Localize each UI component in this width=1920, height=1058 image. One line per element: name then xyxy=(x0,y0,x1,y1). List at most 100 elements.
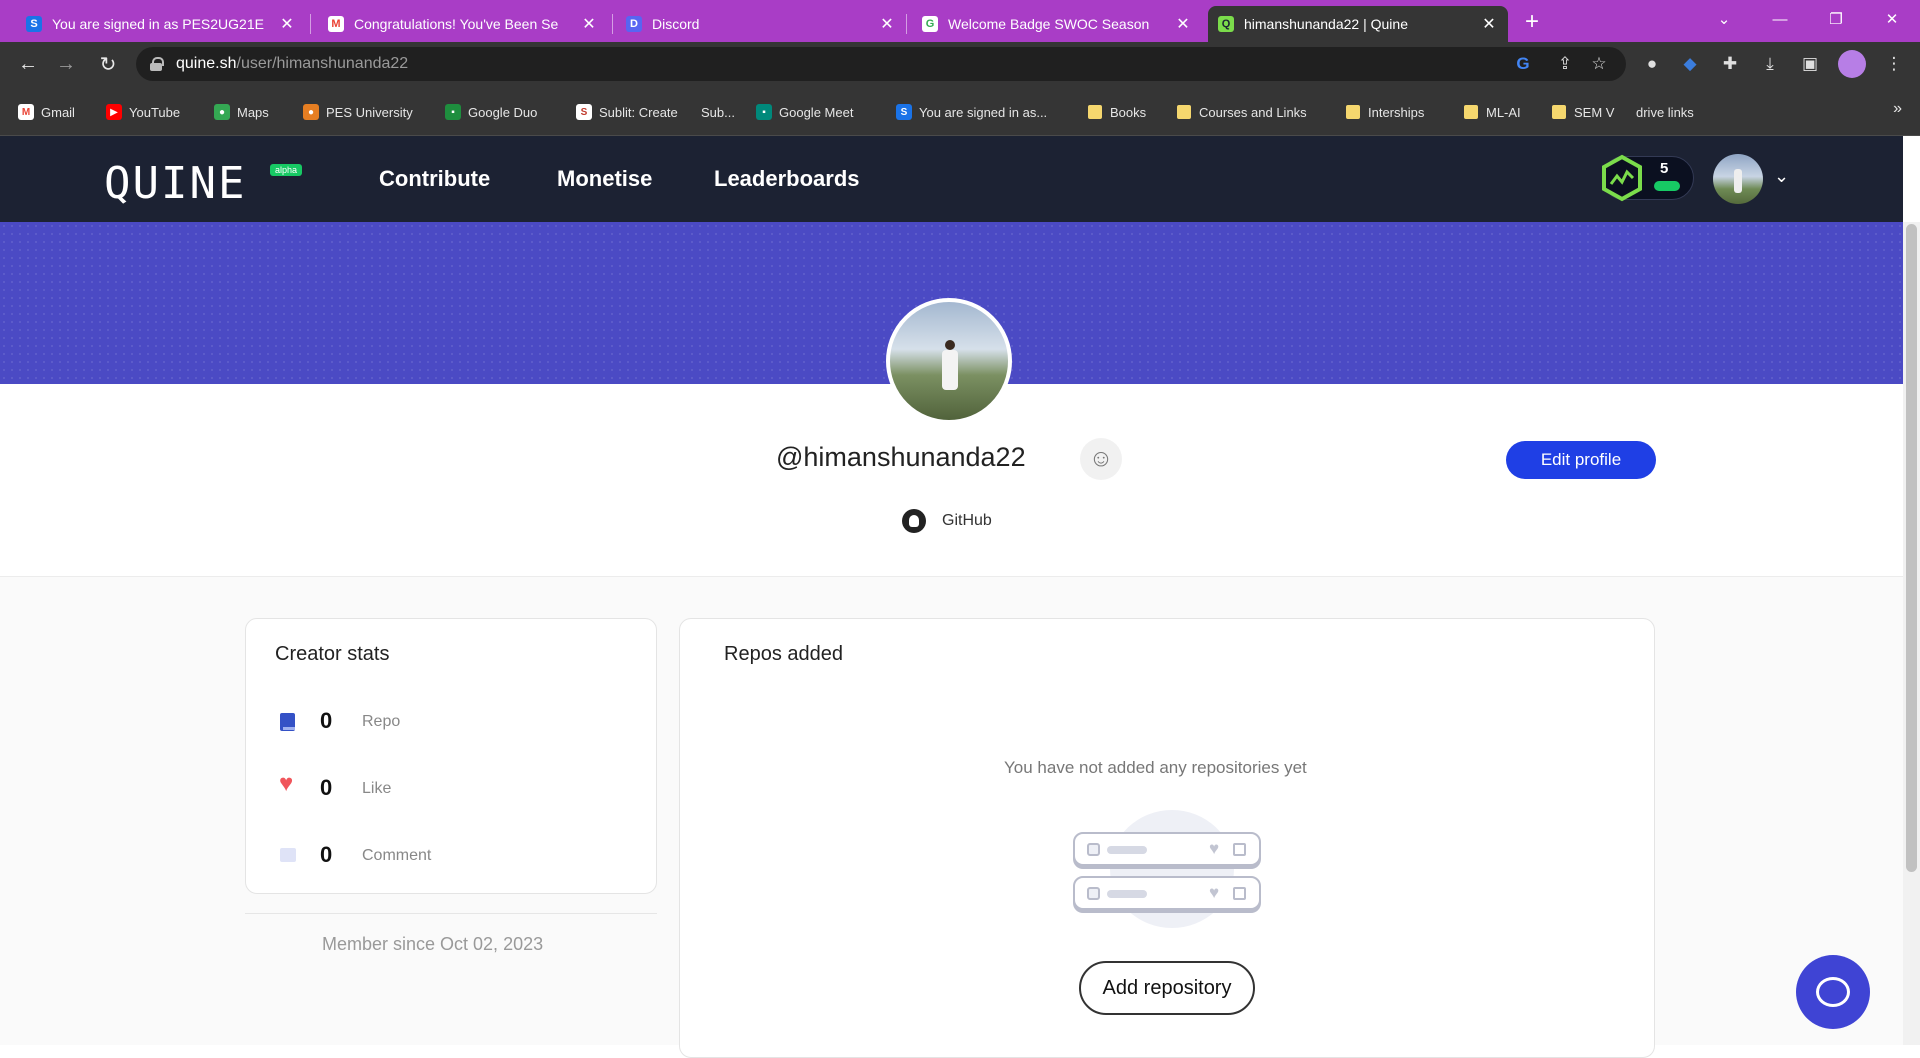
side-panel-icon[interactable]: ▣ xyxy=(1796,50,1824,78)
youtube-icon: ▶ xyxy=(106,104,122,120)
window-controls: ⌄ — ❐ ✕ xyxy=(1696,0,1920,38)
url-text[interactable]: quine.sh/user/himanshunanda22 xyxy=(176,55,408,73)
profile-avatar-icon[interactable] xyxy=(1838,50,1866,78)
bookmark-sub[interactable]: Sub... xyxy=(701,100,735,124)
tab-title: himanshunanda22 | Quine xyxy=(1244,16,1408,32)
close-icon[interactable]: ✕ xyxy=(1480,15,1498,33)
repo-placeholder-card: ♥ xyxy=(1073,876,1261,910)
user-avatar[interactable] xyxy=(1713,154,1763,204)
bookmark-gmail[interactable]: M Gmail xyxy=(18,100,75,124)
repo-label: Repo xyxy=(362,713,401,730)
like-count: 0 xyxy=(320,775,333,800)
bookmarks-overflow-icon[interactable]: » xyxy=(1893,100,1902,118)
bookmarks-bar: M Gmail ▶ YouTube ● Maps ● PES University ▪ G… xyxy=(0,86,1920,136)
bookmark-maps[interactable]: ● Maps xyxy=(214,100,269,124)
bookmark-google-meet[interactable]: ▪ Google Meet xyxy=(756,100,853,124)
browser-tab-active[interactable]: Q himanshunanda22 | Quine ✕ xyxy=(1208,6,1508,42)
google-icon[interactable]: G xyxy=(1509,50,1537,78)
extensions-puzzle-icon[interactable]: ✚ xyxy=(1716,50,1744,78)
nav-contribute[interactable]: Contribute xyxy=(379,166,490,192)
member-since: Member since Oct 02, 2023 xyxy=(322,934,544,954)
github-icon xyxy=(902,509,926,533)
tab-title: Welcome Badge SWOC Season xyxy=(948,16,1150,32)
bookmark-pes-university[interactable]: ● PES University xyxy=(303,100,413,124)
nav-monetise[interactable]: Monetise xyxy=(557,166,652,192)
close-icon[interactable]: ✕ xyxy=(878,15,896,33)
comment-icon xyxy=(280,848,296,862)
github-link[interactable]: GitHub xyxy=(942,512,992,530)
score-value: 5 xyxy=(1660,160,1669,177)
new-tab-button[interactable]: + xyxy=(1518,8,1546,36)
discord-icon: D xyxy=(626,16,642,32)
close-icon[interactable]: ✕ xyxy=(580,15,598,33)
tab-search-icon[interactable]: ⌄ xyxy=(1696,0,1752,38)
window-close-icon[interactable]: ✕ xyxy=(1864,0,1920,38)
bookmark-folder-courses[interactable]: Courses and Links xyxy=(1177,100,1307,124)
bookmark-folder-sem-v[interactable]: SEM V xyxy=(1552,100,1614,124)
reload-icon[interactable]: ↻ xyxy=(94,50,122,78)
drive-icon: G xyxy=(922,16,938,32)
browser-tab[interactable]: D Discord ✕ xyxy=(616,6,906,42)
bookmark-folder-books[interactable]: Books xyxy=(1088,100,1146,124)
quine-logo[interactable]: QUINE xyxy=(104,158,246,209)
add-repository-button[interactable]: Add repository xyxy=(1079,961,1255,1015)
tab-title: You are signed in as PES2UG21E xyxy=(52,16,264,32)
gmail-icon: M xyxy=(18,104,34,120)
site-header: QUINE alpha Contribute Monetise Leaderbo… xyxy=(0,136,1903,222)
extension-icon[interactable]: ● xyxy=(1638,50,1666,78)
bookmark-drive-links[interactable]: drive links xyxy=(1636,100,1694,124)
comment-count: 0 xyxy=(320,842,333,867)
sublit-icon: S xyxy=(576,104,592,120)
lock-icon[interactable] xyxy=(150,57,164,71)
tab-title: Discord xyxy=(652,16,700,32)
scrollbar-thumb[interactable] xyxy=(1906,224,1917,872)
folder-icon xyxy=(1088,105,1102,119)
minimize-icon[interactable]: — xyxy=(1752,0,1808,38)
bookmark-sublit[interactable]: S Sublit: Create xyxy=(576,100,678,124)
bookmark-folder-interships[interactable]: Interships xyxy=(1346,100,1424,124)
profile-avatar xyxy=(886,298,1012,424)
close-icon[interactable]: ✕ xyxy=(278,15,296,33)
browser-tab[interactable]: S You are signed in as PES2UG21E ✕ xyxy=(16,6,306,42)
close-icon[interactable]: ✕ xyxy=(1174,15,1192,33)
folder-icon xyxy=(1464,105,1478,119)
kite-icon[interactable]: ◆ xyxy=(1676,50,1704,78)
emoji-status-icon[interactable]: ☺ xyxy=(1080,438,1122,480)
bookmark-google-duo[interactable]: ▪ Google Duo xyxy=(445,100,537,124)
menu-kebab-icon[interactable]: ⋮ xyxy=(1880,50,1908,78)
browser-tab-strip: S You are signed in as PES2UG21E ✕ M Con… xyxy=(0,0,1920,42)
profile-handle: @himanshunanda22 xyxy=(776,442,1026,472)
hexagon-chart-icon xyxy=(1602,154,1642,202)
tab-title: Congratulations! You've Been Se xyxy=(354,16,559,32)
s-icon: S xyxy=(896,104,912,120)
comment-label: Comment xyxy=(362,847,432,864)
empty-illustration xyxy=(1110,810,1234,928)
bookmark-folder-ml-ai[interactable]: ML-AI xyxy=(1464,100,1521,124)
heart-icon: ♥ xyxy=(279,770,294,797)
chat-bubble-icon xyxy=(1816,977,1850,1007)
bookmark-star-icon[interactable]: ☆ xyxy=(1585,50,1613,78)
back-icon[interactable]: ← xyxy=(14,50,42,78)
stats-divider xyxy=(245,913,657,914)
quine-icon: Q xyxy=(1218,16,1234,32)
chevron-down-icon[interactable]: ⌄ xyxy=(1774,166,1789,187)
share-icon[interactable]: ⇪ xyxy=(1551,50,1579,78)
restore-icon[interactable]: ❐ xyxy=(1808,0,1864,38)
forward-icon[interactable]: → xyxy=(52,50,80,78)
chat-help-button[interactable] xyxy=(1796,955,1870,1029)
browser-tab[interactable]: G Welcome Badge SWOC Season ✕ xyxy=(912,6,1202,42)
download-icon[interactable]: ⤓ xyxy=(1756,50,1784,78)
browser-tab[interactable]: M Congratulations! You've Been Se ✕ xyxy=(318,6,608,42)
nav-leaderboards[interactable]: Leaderboards xyxy=(714,166,860,192)
browser-toolbar: ← → ↻ quine.sh/user/himanshunanda22 G ⇪ … xyxy=(0,42,1920,86)
address-bar[interactable]: quine.sh/user/himanshunanda22 xyxy=(136,47,1626,81)
bookmark-signed-in[interactable]: S You are signed in as... xyxy=(896,100,1047,124)
meet-icon: ▪ xyxy=(756,104,772,120)
folder-icon xyxy=(1552,105,1566,119)
edit-profile-button[interactable]: Edit profile xyxy=(1506,441,1656,479)
duo-icon: ▪ xyxy=(445,104,461,120)
page-scrollbar[interactable] xyxy=(1903,222,1920,1045)
s-icon: S xyxy=(26,16,42,32)
bookmark-youtube[interactable]: ▶ YouTube xyxy=(106,100,180,124)
maps-icon: ● xyxy=(214,104,230,120)
